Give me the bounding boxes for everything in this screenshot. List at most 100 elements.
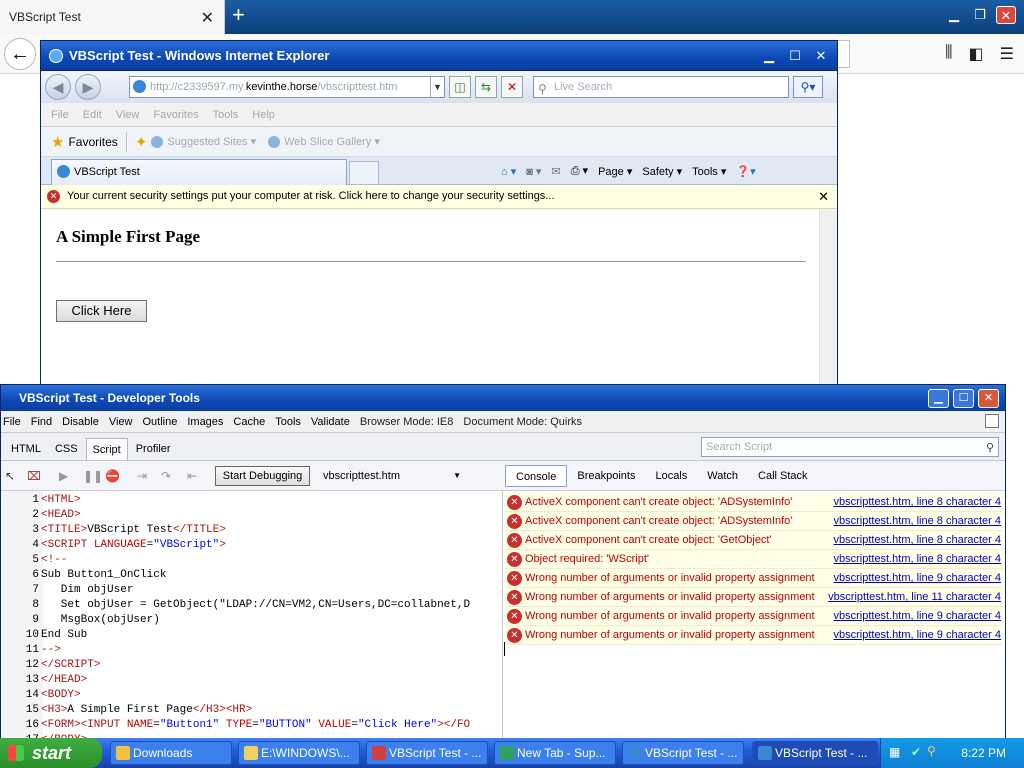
code-line[interactable]: 2 <HEAD> <box>1 508 80 523</box>
tab-breakpoints[interactable]: Breakpoints <box>567 465 645 487</box>
console-pane[interactable]: ✕ ActiveX component can't create object: … <box>505 491 1005 739</box>
ie-tab[interactable]: VBScript Test <box>51 159 347 185</box>
taskbar-item[interactable]: E:\WINDOWS\... <box>238 741 360 765</box>
menu-file[interactable]: File <box>51 109 69 121</box>
favorites-button[interactable]: Favorites <box>68 135 117 149</box>
code-line[interactable]: 14 <BODY> <box>1 688 81 703</box>
browser-mode[interactable]: Browser Mode: IE8 <box>360 416 454 428</box>
menu-tools[interactable]: Tools <box>275 416 301 428</box>
maximize-icon[interactable]: ☐ <box>953 389 974 408</box>
menu-outline[interactable]: Outline <box>142 416 177 428</box>
console-error-row[interactable]: ✕ Object required: 'WScript' vbscripttest.… <box>505 550 1003 569</box>
taskbar-item[interactable]: VBScript Test - ... <box>622 741 744 765</box>
firefox-tab[interactable]: VBScript Test ✕ <box>0 0 225 34</box>
menu-view[interactable]: View <box>116 109 140 121</box>
security-info-bar[interactable]: ✕ Your current security settings put you… <box>41 185 837 209</box>
pause-icon[interactable]: ❚❚ <box>83 469 103 483</box>
start-button[interactable]: start <box>0 738 102 768</box>
console-error-location-link[interactable]: vbscripttest.htm, line 9 character 4 <box>833 572 1001 584</box>
print-icon[interactable]: ⎙ ▾ <box>571 164 588 178</box>
code-line[interactable]: 13 </HEAD> <box>1 673 87 688</box>
ie-new-tab[interactable] <box>349 161 379 185</box>
chevron-down-icon[interactable]: ▼ <box>430 77 444 97</box>
chevron-down-icon[interactable]: ▼ <box>453 466 461 486</box>
console-error-location-link[interactable]: vbscripttest.htm, line 9 character 4 <box>833 629 1001 641</box>
menu-disable[interactable]: Disable <box>62 416 99 428</box>
tab-console[interactable]: Console <box>505 465 568 487</box>
stop-icon[interactable]: ✕ <box>501 76 523 98</box>
back-arrow-icon[interactable]: ◀ <box>45 74 71 100</box>
close-icon[interactable]: ✕ <box>811 47 831 65</box>
code-line[interactable]: 1 <HTML> <box>1 493 80 508</box>
code-line[interactable]: 16 <FORM><INPUT NAME="Button1" TYPE="BUTT… <box>1 718 470 733</box>
refresh-icon[interactable]: ⇆ <box>475 76 497 98</box>
step-into-icon[interactable]: ⇥ <box>137 469 151 483</box>
new-tab-icon[interactable]: + <box>232 4 245 26</box>
menu-cache[interactable]: Cache <box>233 416 265 428</box>
maximize-icon[interactable]: ☐ <box>785 47 805 65</box>
console-error-location-link[interactable]: vbscripttest.htm, line 8 character 4 <box>833 553 1001 565</box>
run-icon[interactable]: ▶ <box>59 469 73 483</box>
menu-favorites[interactable]: Favorites <box>153 109 198 121</box>
console-error-location-link[interactable]: vbscripttest.htm, line 9 character 4 <box>833 610 1001 622</box>
page-menu[interactable]: Page ▾ <box>598 165 632 178</box>
script-source-pane[interactable]: 1 <HTML> 2 <HEAD> 3 <TITLE>VBScript Test</TIT… <box>1 491 503 739</box>
click-here-button[interactable]: Click Here <box>56 300 147 322</box>
console-error-row[interactable]: ✕ Wrong number of arguments or invalid pr… <box>505 607 1003 626</box>
search-input[interactable]: ⚲ Live Search <box>533 76 789 98</box>
start-debugging-button[interactable]: Start Debugging <box>215 466 310 486</box>
console-error-row[interactable]: ✕ Wrong number of arguments or invalid pr… <box>505 588 1003 607</box>
clear-icon[interactable]: ⌧ <box>27 469 41 483</box>
break-on-error-icon[interactable]: ⛔ <box>105 469 120 483</box>
code-line[interactable]: 7 Dim objUser <box>1 583 133 598</box>
vertical-scrollbar[interactable] <box>819 209 837 385</box>
menu-file[interactable]: File <box>3 416 21 428</box>
back-arrow-icon[interactable]: ← <box>4 38 36 70</box>
minimize-pane-icon[interactable] <box>985 414 999 428</box>
menu-help[interactable]: Help <box>252 109 275 121</box>
tab-call-stack[interactable]: Call Stack <box>748 465 818 487</box>
feeds-icon[interactable]: ◙ ▾ <box>526 165 541 178</box>
code-line[interactable]: 4 <SCRIPT LANGUAGE="VBScript"> <box>1 538 225 553</box>
minimize-icon[interactable]: ▁ <box>759 47 779 65</box>
script-file-select[interactable]: vbscripttest.htm ▼ <box>323 466 463 486</box>
taskbar-item[interactable]: New Tab - Sup... <box>494 741 616 765</box>
firefox-url-bar[interactable] <box>836 40 850 68</box>
select-arrow-icon[interactable]: ↖ <box>5 469 19 483</box>
keyboard-icon[interactable]: ▦ <box>889 745 900 759</box>
help-icon[interactable]: ❓▾ <box>736 165 755 178</box>
console-error-location-link[interactable]: vbscripttest.htm, line 11 character 4 <box>828 591 1001 603</box>
taskbar-item[interactable]: VBScript Test - ... <box>366 741 488 765</box>
console-error-location-link[interactable]: vbscripttest.htm, line 8 character 4 <box>833 534 1001 546</box>
web-slice-gallery[interactable]: Web Slice Gallery ▾ <box>268 135 380 148</box>
tab-watch[interactable]: Watch <box>697 465 748 487</box>
clock[interactable]: 8:22 PM <box>961 746 1006 760</box>
step-over-icon[interactable]: ↷ <box>161 469 175 483</box>
tab-script[interactable]: Script <box>85 438 128 460</box>
document-mode[interactable]: Document Mode: Quirks <box>463 416 582 428</box>
console-error-row[interactable]: ✕ ActiveX component can't create object: … <box>505 512 1003 531</box>
code-line[interactable]: 8 Set objUser = GetObject("LDAP://CN=VM2… <box>1 598 470 613</box>
safety-menu[interactable]: Safety ▾ <box>642 165 682 178</box>
menu-view[interactable]: View <box>109 416 133 428</box>
add-favorite-icon[interactable]: ✦ <box>135 133 148 151</box>
code-line[interactable]: 11 --> <box>1 643 61 658</box>
suggested-sites[interactable]: Suggested Sites ▾ <box>151 135 256 148</box>
search-icon[interactable]: ⚲ <box>986 439 994 457</box>
tab-css[interactable]: CSS <box>49 438 84 460</box>
tab-profiler[interactable]: Profiler <box>130 438 177 460</box>
console-error-row[interactable]: ✕ Wrong number of arguments or invalid pr… <box>505 569 1003 588</box>
menu-find[interactable]: Find <box>31 416 52 428</box>
close-icon[interactable]: ✕ <box>818 185 829 208</box>
search-script-input[interactable]: Search Script ⚲ <box>701 437 999 457</box>
close-tab-icon[interactable]: ✕ <box>201 8 214 28</box>
code-line[interactable]: 9 MsgBox(objUser) <box>1 613 159 628</box>
menu-edit[interactable]: Edit <box>83 109 102 121</box>
close-window-icon[interactable]: ✕ <box>996 6 1016 24</box>
search-go-icon[interactable]: ⚲▾ <box>793 76 823 98</box>
console-error-location-link[interactable]: vbscripttest.htm, line 8 character 4 <box>833 515 1001 527</box>
code-line[interactable]: 3 <TITLE>VBScript Test</TITLE> <box>1 523 225 538</box>
code-line[interactable]: 6 Sub Button1_OnClick <box>1 568 166 583</box>
step-out-icon[interactable]: ⇤ <box>187 469 201 483</box>
console-error-location-link[interactable]: vbscripttest.htm, line 8 character 4 <box>833 496 1001 508</box>
